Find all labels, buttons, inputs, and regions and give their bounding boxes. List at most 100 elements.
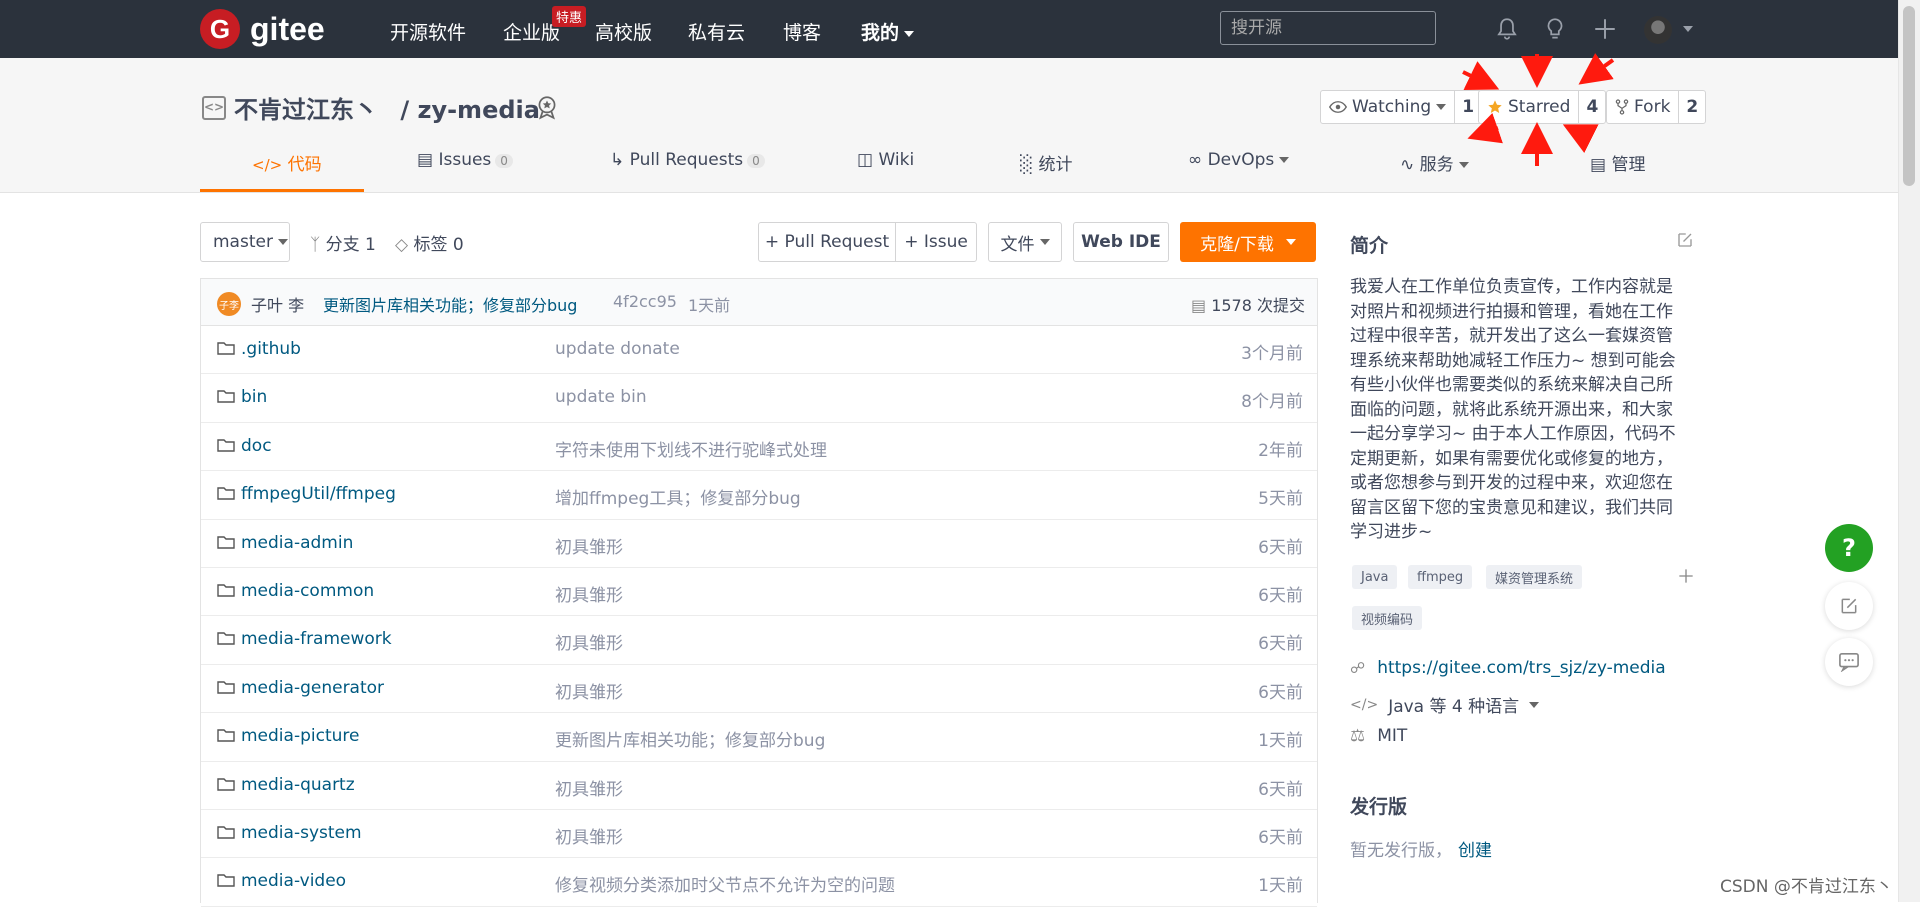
nav-private-cloud[interactable]: 私有云 bbox=[688, 18, 745, 45]
topic-tag[interactable]: Java bbox=[1352, 565, 1398, 589]
topic-tag[interactable]: 媒资管理系统 bbox=[1486, 565, 1583, 589]
file-name[interactable]: bin bbox=[241, 387, 267, 407]
file-row[interactable]: media-video 修复视频分类添加时父节点不允许为空的问题 1天前 bbox=[201, 858, 1317, 907]
watch-label: Watching bbox=[1352, 97, 1432, 117]
file-row[interactable]: media-common 初具雏形 6天前 bbox=[201, 568, 1317, 617]
file-name[interactable]: media-generator bbox=[241, 678, 384, 698]
file-row[interactable]: media-picture 更新图片库相关功能；修复部分bug 1天前 bbox=[201, 713, 1317, 762]
repo-url-link[interactable]: https://gitee.com/trs_sjz/zy-media bbox=[1377, 658, 1666, 678]
pull-requests-count-badge: 0 bbox=[747, 154, 765, 168]
topic-tag[interactable]: ffmpeg bbox=[1408, 565, 1473, 589]
lightbulb-icon[interactable] bbox=[1542, 16, 1568, 42]
file-commit-message[interactable]: 初具雏形 bbox=[555, 533, 623, 558]
description-line: 或者您想参与到开发的过程中来，欢迎您在 bbox=[1350, 473, 1673, 493]
file-commit-message[interactable]: 增加ffmpeg工具；修复部分bug bbox=[555, 484, 801, 509]
file-row[interactable]: media-quartz 初具雏形 6天前 bbox=[201, 762, 1317, 810]
tags-link[interactable]: ◇ 标签 0 bbox=[395, 230, 464, 255]
nav-open-source[interactable]: 开源软件 bbox=[390, 18, 466, 45]
annotation-arrows bbox=[1462, 53, 1615, 166]
gitee-logo-icon: G bbox=[200, 9, 240, 49]
web-ide-button[interactable]: Web IDE bbox=[1073, 222, 1169, 262]
file-row[interactable]: .github update donate 3个月前 bbox=[201, 326, 1317, 375]
file-commit-message[interactable]: 字符未使用下划线不进行驼峰式处理 bbox=[555, 436, 827, 461]
watch-button[interactable]: Watching bbox=[1321, 91, 1456, 123]
file-commit-message[interactable]: 初具雏形 bbox=[555, 678, 623, 703]
file-commit-message[interactable]: 更新图片库相关功能；修复部分bug bbox=[555, 726, 825, 751]
commit-author-avatar[interactable]: 子李 bbox=[217, 292, 241, 316]
search-input[interactable] bbox=[1220, 11, 1436, 45]
feedback-button[interactable] bbox=[1825, 582, 1873, 630]
file-name[interactable]: media-video bbox=[241, 871, 346, 891]
link-icon: ☍ bbox=[1350, 659, 1366, 677]
chat-button[interactable] bbox=[1825, 638, 1873, 686]
languages-row[interactable]: </> Java 等 4 种语言 bbox=[1350, 692, 1540, 717]
branch-name: master bbox=[213, 232, 273, 252]
file-commit-message[interactable]: 初具雏形 bbox=[555, 823, 623, 848]
nav-education[interactable]: 高校版 bbox=[595, 18, 652, 45]
file-name[interactable]: ffmpegUtil/ffmpeg bbox=[241, 484, 396, 504]
file-name[interactable]: media-common bbox=[241, 581, 374, 601]
file-row[interactable]: media-system 初具雏形 6天前 bbox=[201, 810, 1317, 859]
tab-issues[interactable]: ▤ Issues 0 bbox=[417, 150, 513, 170]
tab-pull-requests[interactable]: ↳ Pull Requests 0 bbox=[610, 150, 765, 170]
recommend-badge-icon[interactable] bbox=[534, 94, 560, 120]
gitee-logo[interactable]: G gitee bbox=[200, 9, 325, 49]
license-row[interactable]: ⚖ MIT bbox=[1350, 726, 1407, 746]
plus-icon[interactable] bbox=[1592, 16, 1618, 42]
file-commit-message[interactable]: 修复视频分类添加时父节点不允许为空的问题 bbox=[555, 871, 895, 896]
pulse-icon: ∿ bbox=[1400, 155, 1415, 175]
branches-label: 分支 1 bbox=[325, 235, 376, 255]
commit-count-link[interactable]: ▤ 1578 次提交 bbox=[1191, 292, 1305, 316]
vertical-scrollbar[interactable] bbox=[1898, 0, 1920, 902]
file-name[interactable]: media-quartz bbox=[241, 775, 355, 795]
add-tag-icon[interactable] bbox=[1678, 568, 1694, 584]
tab-stats[interactable]: ░ 统计 bbox=[1020, 150, 1072, 175]
user-avatar[interactable] bbox=[1644, 16, 1672, 44]
tab-devops[interactable]: ∞ DevOps bbox=[1188, 150, 1290, 170]
clone-download-button[interactable]: 克隆/下载 bbox=[1180, 222, 1316, 262]
branch-select[interactable]: master bbox=[200, 222, 290, 262]
file-row[interactable]: media-framework 初具雏形 6天前 bbox=[201, 616, 1317, 665]
file-commit-message[interactable]: 初具雏形 bbox=[555, 629, 623, 654]
branches-link[interactable]: ᛉ 分支 1 bbox=[310, 230, 376, 255]
topic-tag[interactable]: 视频编码 bbox=[1352, 606, 1423, 630]
file-row[interactable]: media-admin 初具雏形 6天前 bbox=[201, 520, 1317, 568]
bell-icon[interactable] bbox=[1494, 16, 1520, 42]
nav-mine[interactable]: 我的 bbox=[861, 18, 915, 45]
file-commit-message[interactable]: update donate bbox=[555, 339, 680, 359]
folder-icon bbox=[217, 390, 235, 404]
commit-author[interactable]: 子叶 李 bbox=[251, 292, 304, 316]
create-release-link[interactable]: 创建 bbox=[1458, 836, 1492, 861]
nav-blog[interactable]: 博客 bbox=[783, 18, 821, 45]
help-button[interactable]: ? bbox=[1825, 524, 1873, 572]
pull-request-icon: ↳ bbox=[610, 150, 625, 170]
avatar-chevron-icon[interactable] bbox=[1683, 26, 1693, 32]
file-name[interactable]: media-framework bbox=[241, 629, 392, 649]
file-menu-button[interactable]: 文件 bbox=[988, 222, 1062, 262]
file-row[interactable]: media-generator 初具雏形 6天前 bbox=[201, 665, 1317, 714]
commit-message[interactable]: 更新图片库相关功能；修复部分bug bbox=[323, 292, 577, 316]
commit-hash[interactable]: 4f2cc95 bbox=[613, 292, 677, 311]
file-name[interactable]: media-admin bbox=[241, 533, 353, 553]
repo-name[interactable]: / zy-media bbox=[400, 96, 540, 124]
tab-wiki[interactable]: ◫ Wiki bbox=[857, 150, 914, 170]
file-row[interactable]: bin update bin 8个月前 bbox=[201, 374, 1317, 423]
file-name[interactable]: media-system bbox=[241, 823, 362, 843]
new-issue-button[interactable]: + Issue bbox=[895, 222, 977, 262]
file-name[interactable]: media-picture bbox=[241, 726, 359, 746]
tab-stats-label: 统计 bbox=[1038, 155, 1073, 175]
folder-icon bbox=[217, 342, 235, 355]
file-commit-message[interactable]: 初具雏形 bbox=[555, 581, 623, 606]
new-pull-request-button[interactable]: + Pull Request bbox=[758, 222, 896, 262]
license-label: MIT bbox=[1377, 726, 1408, 746]
file-commit-message[interactable]: update bin bbox=[555, 387, 647, 407]
file-row[interactable]: ffmpegUtil/ffmpeg 增加ffmpeg工具；修复部分bug 5天前 bbox=[201, 471, 1317, 520]
file-name[interactable]: .github bbox=[241, 339, 301, 359]
file-name[interactable]: doc bbox=[241, 436, 272, 456]
file-row[interactable]: doc 字符未使用下划线不进行驼峰式处理 2年前 bbox=[201, 423, 1317, 472]
scrollbar-thumb[interactable] bbox=[1903, 6, 1915, 186]
file-commit-message[interactable]: 初具雏形 bbox=[555, 775, 623, 800]
tab-code[interactable]: </> 代码 bbox=[252, 150, 322, 175]
repo-owner[interactable]: 不肯过江东丶 bbox=[234, 96, 378, 124]
edit-icon[interactable] bbox=[1676, 231, 1694, 249]
